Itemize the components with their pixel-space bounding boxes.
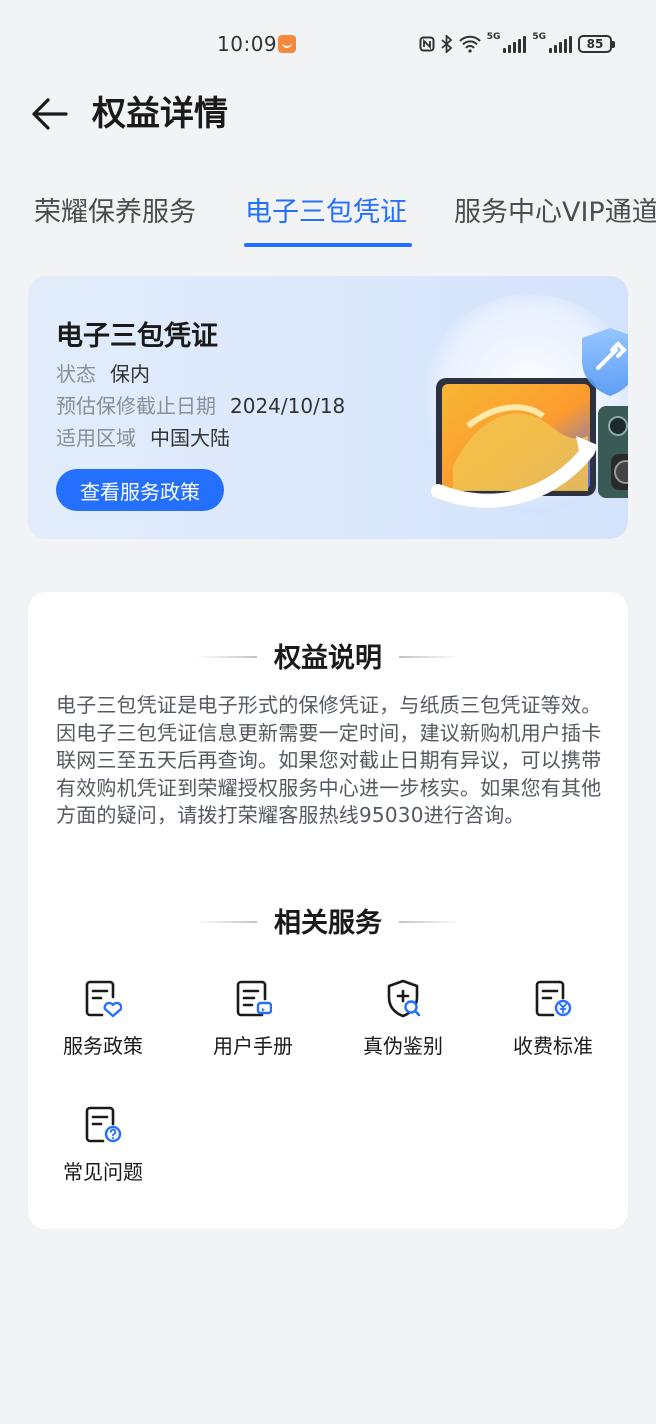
- service-label-authenticity: 真伪鉴别: [363, 1034, 443, 1058]
- deadline-row: 预估保修截止日期 2024/10/18: [56, 390, 345, 419]
- notification-app-icon: [278, 35, 296, 53]
- network-type-1: 5G: [486, 32, 501, 42]
- view-policy-button[interactable]: 查看服务政策: [56, 469, 224, 511]
- header: 权益详情: [0, 90, 656, 150]
- service-label-fees: 收费标准: [513, 1034, 593, 1058]
- battery-level: 85: [586, 37, 604, 51]
- status-bar: 10:09 5G 5G 85: [0, 0, 656, 90]
- tab-vip-channel[interactable]: 服务中心VIP通道: [454, 188, 656, 238]
- status-value: 保内: [110, 362, 150, 386]
- document-heart-icon: [85, 980, 122, 1018]
- region-value: 中国大陆: [150, 426, 230, 450]
- related-services-heading: 相关服务: [28, 901, 628, 940]
- network-type-2: 5G: [532, 32, 546, 42]
- status-time: 10:09: [217, 32, 278, 56]
- tab-indicator: [244, 243, 412, 247]
- signal-strength-icon-1: [503, 35, 527, 53]
- bluetooth-icon: [441, 35, 453, 53]
- nfc-icon: [419, 36, 435, 52]
- service-item-faq[interactable]: 常见问题: [28, 1104, 178, 1204]
- status-icons: 5G 5G 85: [419, 32, 615, 56]
- tab-maintenance[interactable]: 荣耀保养服务: [34, 188, 196, 238]
- warranty-title: 电子三包凭证: [56, 321, 218, 352]
- battery-icon: 85: [578, 35, 615, 53]
- status-row: 状态 保内: [56, 358, 150, 387]
- wifi-icon: [458, 35, 481, 53]
- service-item-policy[interactable]: 服务政策: [28, 978, 178, 1078]
- rights-heading: 权益说明: [28, 636, 628, 675]
- devices-illustration: [420, 294, 628, 514]
- shield-search-icon: [387, 979, 421, 1018]
- back-button[interactable]: [28, 92, 72, 136]
- page-title: 权益详情: [92, 94, 228, 134]
- region-label: 适用区域: [56, 426, 136, 450]
- service-item-fees[interactable]: 收费标准: [478, 978, 628, 1078]
- signal-strength-icon-2: [549, 35, 572, 53]
- manual-icon: [236, 980, 272, 1017]
- region-row: 适用区域 中国大陆: [56, 422, 230, 451]
- warranty-card: 电子三包凭证 状态 保内 预估保修截止日期 2024/10/18 适用区域 中国大陆 …: [28, 276, 628, 539]
- status-label: 状态: [56, 362, 96, 386]
- document-yen-icon: [535, 980, 572, 1017]
- service-label-policy: 服务政策: [63, 1034, 143, 1058]
- tab-bar: 荣耀保养服务 电子三包凭证 服务中心VIP通道: [0, 188, 656, 252]
- deadline-value: 2024/10/18: [230, 394, 346, 418]
- document-question-icon: [85, 1106, 122, 1143]
- back-arrow-icon: [32, 98, 68, 130]
- deadline-label: 预估保修截止日期: [56, 394, 216, 418]
- info-card: 权益说明 电子三包凭证是电子形式的保修凭证，与纸质三包凭证等效。因电子三包凭证信…: [28, 592, 628, 1229]
- tab-e-warranty[interactable]: 电子三包凭证: [245, 188, 407, 238]
- rights-description: 电子三包凭证是电子形式的保修凭证，与纸质三包凭证等效。因电子三包凭证信息更新需要…: [56, 693, 602, 827]
- service-label-faq: 常见问题: [63, 1160, 143, 1184]
- service-item-manual[interactable]: 用户手册: [178, 978, 328, 1078]
- service-label-manual: 用户手册: [213, 1034, 293, 1058]
- service-item-authenticity[interactable]: 真伪鉴别: [328, 978, 478, 1078]
